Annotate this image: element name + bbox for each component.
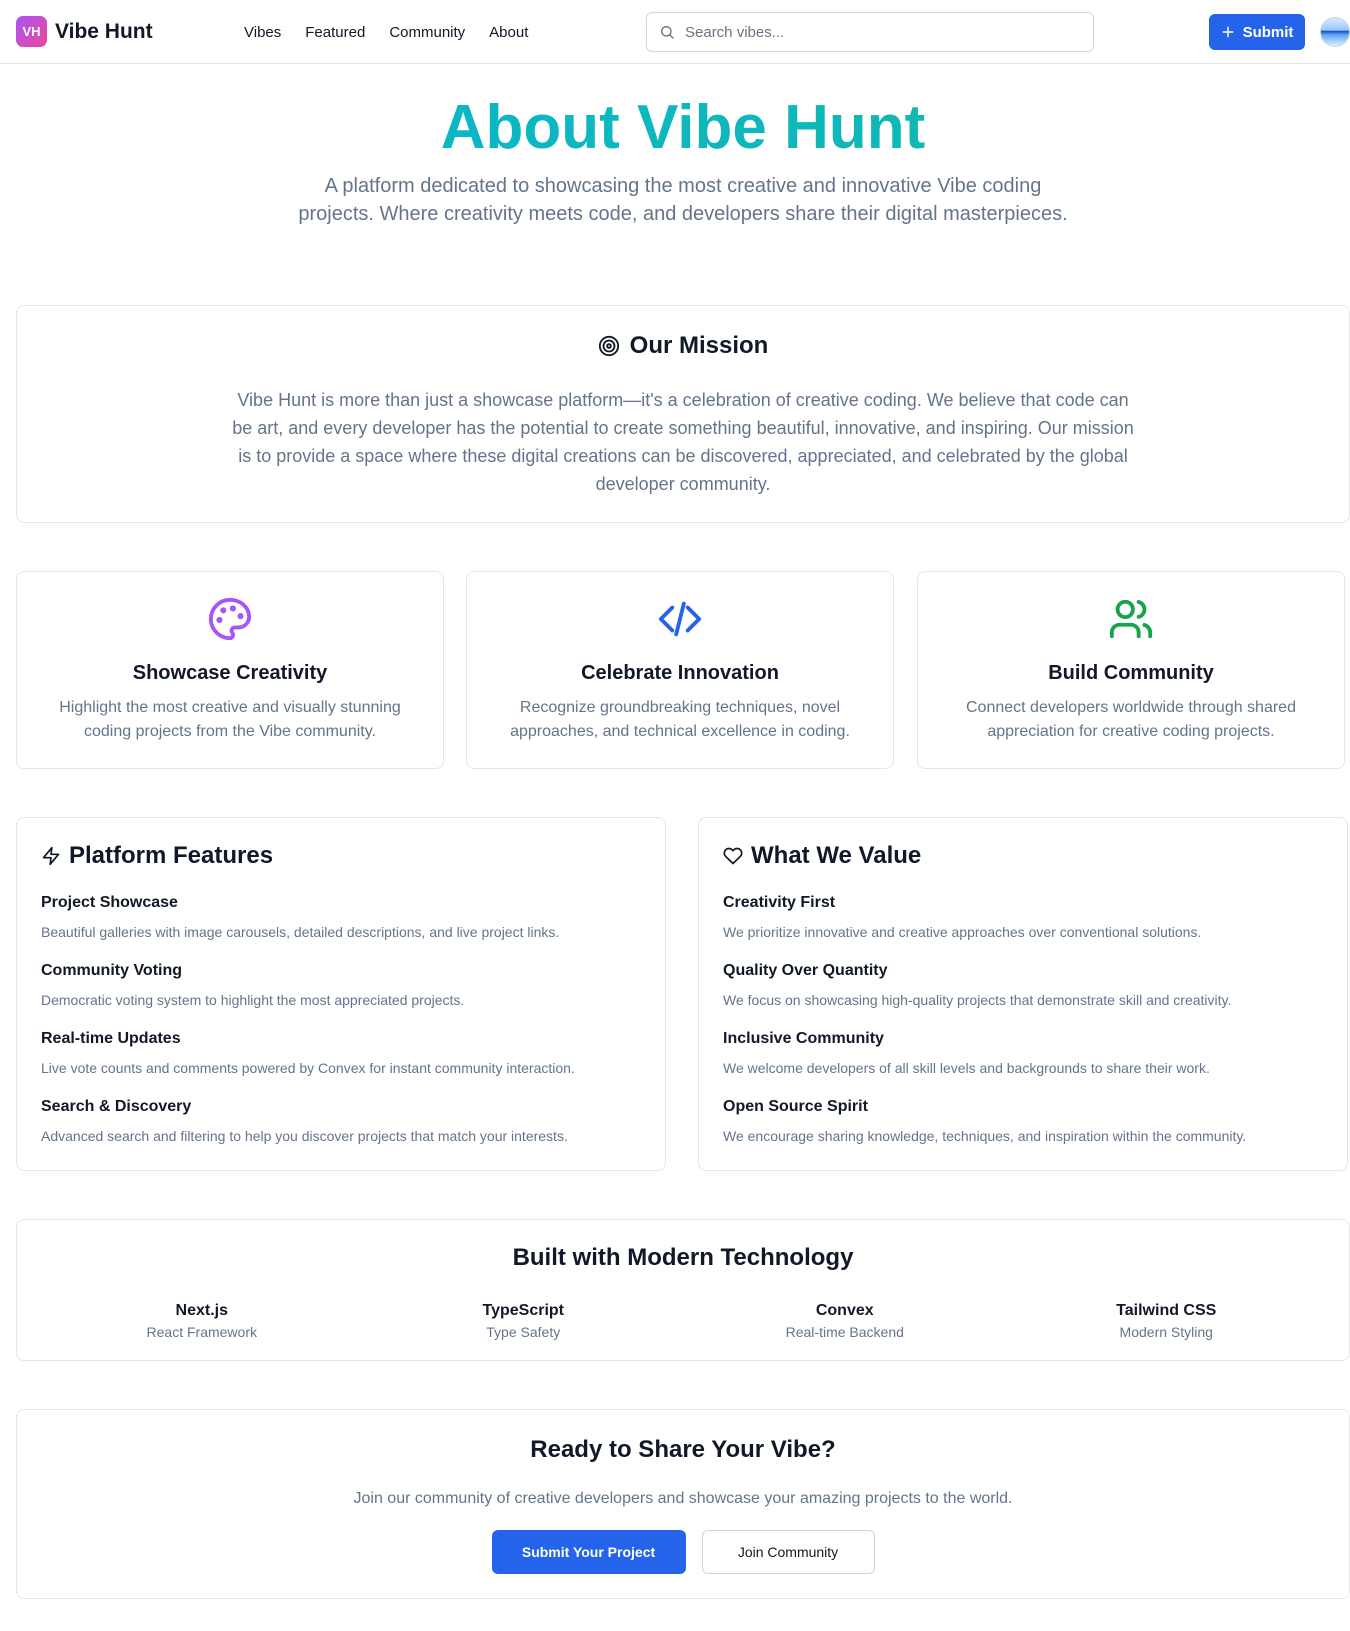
target-icon [598,335,619,357]
heart-icon [723,847,743,865]
cta-buttons: Submit Your Project Join Community [17,1530,1349,1574]
logo-badge: VH [16,16,47,47]
tech-desc: Real-time Backend [785,1324,904,1340]
code-icon [658,601,702,637]
tech-desc: React Framework [146,1324,257,1340]
pillar-text: Highlight the most creative and visually… [59,699,401,740]
plus-icon [1222,26,1233,38]
user-avatar[interactable] [1320,17,1350,47]
value-item-text: We welcome developers of all skill level… [723,1060,1210,1076]
mission-text: Vibe Hunt is more than just a showcase p… [232,390,1134,494]
search-icon [661,26,674,39]
list-item: Search & Discovery Advanced search and f… [41,1096,641,1164]
tech-name: Tailwind CSS [1116,1302,1217,1319]
tech-title: Built with Modern Technology [512,1244,854,1271]
tech-name: Next.js [175,1302,228,1319]
submit-project-button[interactable]: Submit Your Project [491,1530,686,1574]
cta-card: Ready to Share Your Vibe? Join our commu… [16,1409,1350,1599]
tech-item: Next.js React Framework [41,1300,363,1342]
value-item-text: We focus on showcasing high-quality proj… [723,992,1232,1008]
value-item-title: Open Source Spirit [723,1098,868,1115]
pillar-text: Connect developers worldwide through sha… [966,699,1296,740]
cta-subtitle: Join our community of creative developer… [353,1490,1013,1507]
search-input[interactable] [685,23,1065,41]
value-item-title: Quality Over Quantity [723,962,888,979]
submit-button[interactable]: Submit [1209,14,1305,50]
nav-link-featured[interactable]: Featured [305,24,365,41]
tech-item: TypeScript Type Safety [363,1300,685,1342]
list-item: Project Showcase Beautiful galleries wit… [41,892,641,960]
tech-desc: Modern Styling [1119,1324,1213,1340]
feature-item-text: Beautiful galleries with image carousels… [41,924,560,940]
lightning-icon [42,846,60,866]
pillar-title: Build Community [1048,662,1214,684]
pillar-card-innovation: Celebrate Innovation Recognize groundbre… [466,571,894,769]
logo-text: Vibe Hunt [55,19,153,43]
list-item: Quality Over Quantity We focus on showca… [723,960,1323,1028]
tech-name: TypeScript [482,1302,565,1319]
feature-item-title: Community Voting [41,962,183,979]
users-icon [1109,599,1153,639]
pillar-title: Showcase Creativity [132,662,328,684]
features-title: Platform Features [69,842,274,869]
list-item: Creativity First We prioritize innovativ… [723,892,1323,960]
pillar-text: Recognize groundbreaking techniques, nov… [510,699,850,740]
tech-grid: Next.js React Framework TypeScript Type … [41,1300,1327,1342]
values-card: What We Value Creativity First We priori… [698,817,1348,1171]
list-item: Community Voting Democratic voting syste… [41,960,641,1028]
page-subtitle: A platform dedicated to showcasing the m… [298,175,1068,225]
feature-item-text: Advanced search and filtering to help yo… [41,1128,568,1144]
pillar-card-showcase: Showcase Creativity Highlight the most c… [16,571,444,769]
features-list: Project Showcase Beautiful galleries wit… [41,892,641,1164]
mission-heading: Our Mission [17,332,1349,360]
mission-card: Our Mission Vibe Hunt is more than just … [16,305,1350,523]
list-item: Open Source Spirit We encourage sharing … [723,1096,1323,1164]
join-community-button[interactable]: Join Community [701,1530,875,1574]
feature-item-title: Search & Discovery [41,1098,192,1115]
mission-title: Our Mission [629,332,769,359]
tech-card: Built with Modern Technology Next.js Rea… [16,1219,1350,1361]
feature-item-title: Project Showcase [41,894,178,911]
feature-item-text: Democratic voting system to highlight th… [41,992,465,1008]
platform-features-card: Platform Features Project Showcase Beaut… [16,817,666,1171]
feature-item-title: Real-time Updates [41,1030,181,1047]
cta-title: Ready to Share Your Vibe? [530,1436,836,1463]
tech-item: Convex Real-time Backend [684,1300,1006,1342]
page-title: About Vibe Hunt [0,88,1350,168]
value-item-text: We encourage sharing knowledge, techniqu… [723,1128,1247,1144]
logo[interactable]: VH Vibe Hunt [16,16,153,47]
value-item-title: Creativity First [723,894,836,911]
submit-button-label: Submit [1242,23,1294,41]
nav-link-community[interactable]: Community [389,24,465,41]
feature-item-text: Live vote counts and comments powered by… [41,1060,575,1076]
value-item-text: We prioritize innovative and creative ap… [723,924,1202,940]
search-box[interactable] [646,12,1094,52]
nav-link-vibes[interactable]: Vibes [244,24,281,41]
top-header: VH Vibe Hunt Vibes Featured Community Ab… [0,0,1350,64]
palette-icon [208,597,252,641]
pillar-card-community: Build Community Connect developers world… [917,571,1345,769]
tech-name: Convex [815,1302,874,1319]
values-list: Creativity First We prioritize innovativ… [723,892,1323,1164]
values-title: What We Value [751,842,922,869]
main-nav: Vibes Featured Community About [244,0,552,64]
list-item: Inclusive Community We welcome developer… [723,1028,1323,1096]
tech-item: Tailwind CSS Modern Styling [1006,1300,1328,1342]
value-item-title: Inclusive Community [723,1030,884,1047]
nav-link-about[interactable]: About [489,24,528,41]
tech-desc: Type Safety [486,1324,561,1340]
pillar-title: Celebrate Innovation [581,662,779,684]
list-item: Real-time Updates Live vote counts and c… [41,1028,641,1096]
